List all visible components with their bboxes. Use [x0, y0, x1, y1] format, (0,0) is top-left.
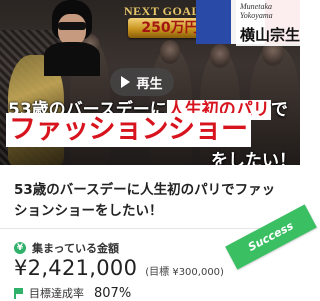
designer-portrait: [42, 0, 100, 76]
play-icon: [121, 76, 131, 88]
hero-headline-main: ファッションショー: [6, 113, 251, 147]
designer-name-roman: Munetaka Yokoyama: [240, 2, 273, 20]
model-head: [210, 44, 230, 68]
raised-amount: ¥2,421,000: [14, 256, 138, 280]
project-title: 53歳のバースデーに人生初のパリでファッションショーをしたい！: [14, 182, 276, 219]
achievement-rate-row: 目標達成率 807%: [14, 285, 131, 301]
raised-label: 集まっている金額: [32, 242, 120, 255]
designer-name-jp: 横山宗生: [240, 26, 300, 44]
coin-icon: ¥: [14, 242, 26, 254]
achievement-rate-label: 目標達成率: [29, 287, 84, 300]
play-button[interactable]: 再生: [110, 68, 174, 96]
goal-flag-icon: [14, 287, 23, 299]
raised-label-row: ¥ 集まっている金額: [14, 240, 119, 256]
hero-headline-tail: をしたい！: [211, 151, 296, 165]
project-video-thumbnail[interactable]: NEXT GOAL 250万円 Munetaka Yokoyama 横山宗生 再…: [0, 0, 300, 165]
raised-amount-row: ¥2,421,000 (目標 ¥300,000): [14, 256, 224, 280]
section-divider: [0, 228, 300, 229]
achievement-rate-value: 807%: [94, 285, 132, 301]
designer-name-box: Munetaka Yokoyama 横山宗生: [236, 0, 300, 46]
play-label: 再生: [136, 76, 163, 92]
next-goal-label: NEXT GOAL: [124, 4, 200, 18]
model-head: [160, 40, 180, 64]
goal-amount: (目標 ¥300,000): [145, 267, 224, 278]
